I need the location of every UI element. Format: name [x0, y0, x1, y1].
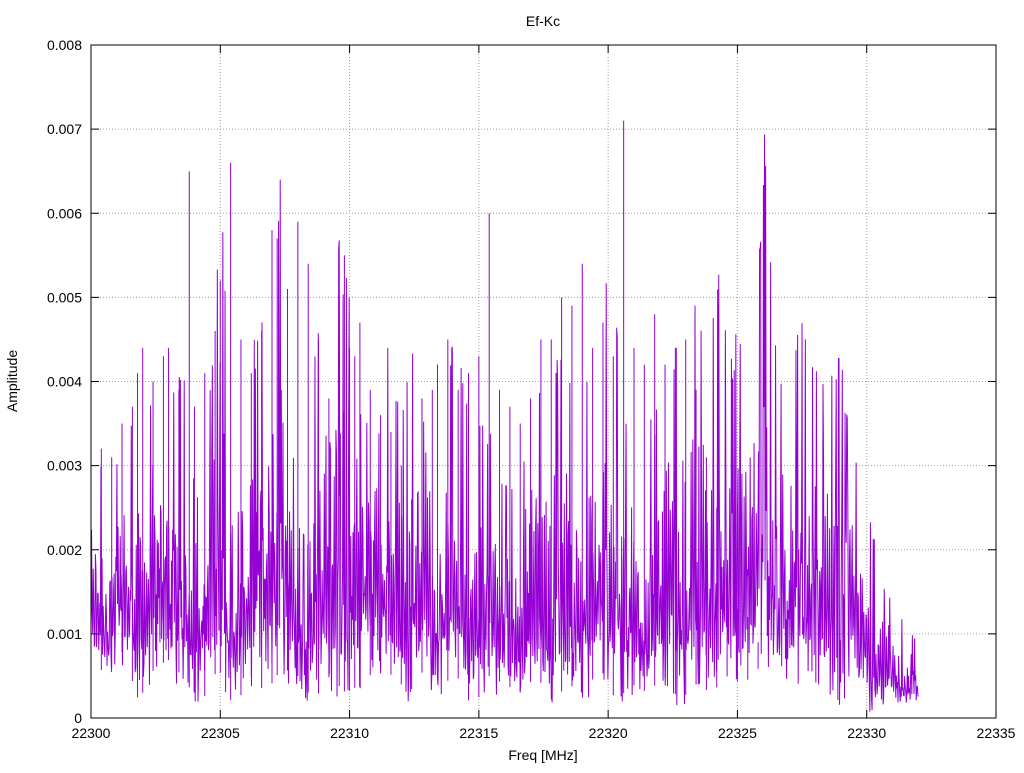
x-tick-label: 22315 — [459, 725, 498, 741]
x-tick-label: 22310 — [330, 725, 369, 741]
x-tick-label: 22320 — [589, 725, 628, 741]
y-tick-label: 0.002 — [47, 542, 82, 558]
y-tick-label: 0.007 — [47, 121, 82, 137]
x-tick-label: 22305 — [201, 725, 240, 741]
chart-svg: 22300 22305 22310 22315 22320 22325 22330 22335… — [0, 0, 1024, 768]
x-axis-label: Freq [MHz] — [508, 747, 577, 763]
y-tick-label: 0.008 — [47, 37, 82, 53]
chart-title: Ef-Kc — [526, 13, 560, 29]
y-tick-label: 0 — [74, 710, 82, 726]
y-tick-label: 0.006 — [47, 205, 82, 221]
y-tick-label: 0.003 — [47, 458, 82, 474]
x-tick-label: 22330 — [847, 725, 886, 741]
y-tick-label: 0.005 — [47, 289, 82, 305]
chart-container: 22300 22305 22310 22315 22320 22325 22330 22335… — [0, 0, 1024, 768]
x-tick-label: 22325 — [718, 725, 757, 741]
y-axis-label: Amplitude — [4, 350, 20, 412]
y-tick-label: 0.004 — [47, 374, 82, 390]
x-tick-label: 22300 — [72, 725, 111, 741]
x-tick-label: 22335 — [977, 725, 1016, 741]
y-tick-label: 0.001 — [47, 626, 82, 642]
